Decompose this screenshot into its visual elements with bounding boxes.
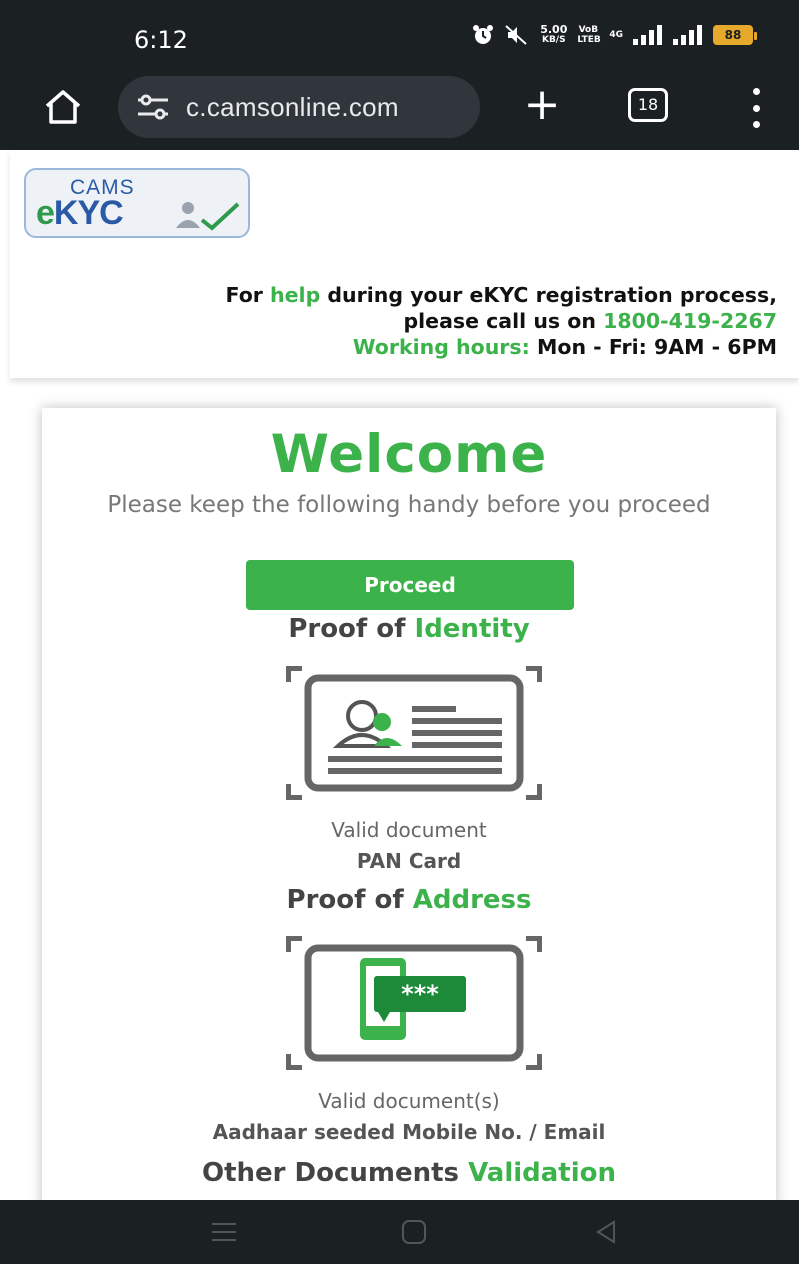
mobile-otp-icon: *** (286, 936, 542, 1070)
battery-indicator: 88 (713, 25, 757, 45)
help-text: For help during your eKYC registration p… (225, 283, 777, 359)
instruction-text: Please keep the following handy before y… (107, 492, 711, 518)
recent-apps-icon[interactable] (210, 1218, 238, 1246)
browser-toolbar: c.camsonline.com + 18 (0, 70, 799, 150)
status-icons: 5.00 KB/S VoB LTEB 4G 88 (472, 23, 757, 46)
address-doc-value: Aadhaar seeded Mobile No. / Email (212, 1120, 606, 1144)
page-header: CAMS eKYC For help during your eKYC regi… (10, 150, 799, 378)
identity-doc-label: Valid document (331, 818, 487, 842)
back-nav-icon[interactable] (592, 1218, 620, 1246)
more-menu-icon[interactable] (746, 88, 766, 128)
mute-icon (505, 25, 527, 45)
address-doc-label: Valid document(s) (318, 1089, 500, 1113)
home-nav-icon[interactable] (400, 1218, 428, 1246)
address-bar[interactable]: c.camsonline.com (118, 76, 480, 138)
volte-indicator: VoB LTEB (577, 25, 601, 45)
network-type: 4G (609, 29, 623, 40)
proof-of-identity-title: Proof of Identity (288, 614, 530, 644)
site-settings-icon[interactable] (136, 94, 170, 120)
system-nav-bar (0, 1200, 799, 1264)
user-check-icon (176, 202, 240, 231)
signal-icon (673, 25, 702, 45)
status-bar: 6:12 5.00 KB/S VoB LTEB 4G 88 (0, 0, 799, 80)
welcome-card: Welcome Please keep the following handy … (42, 408, 776, 1208)
status-time: 6:12 (134, 26, 188, 54)
new-tab-button[interactable]: + (520, 80, 564, 130)
helpline-phone[interactable]: 1800-419-2267 (603, 309, 777, 333)
proof-of-address-title: Proof of Address (286, 885, 532, 915)
alarm-icon (473, 25, 494, 44)
cams-ekyc-logo[interactable]: CAMS eKYC (24, 168, 250, 238)
other-documents-title: Other Documents Validation (201, 1158, 617, 1188)
url-text: c.camsonline.com (186, 92, 399, 122)
home-icon[interactable] (42, 86, 84, 128)
otp-text: *** (401, 980, 439, 1008)
id-card-icon (286, 666, 542, 800)
tab-switcher-button[interactable]: 18 (628, 88, 668, 122)
welcome-title: Welcome (270, 424, 548, 485)
signal-icon (633, 25, 662, 45)
net-speed: 5.00 KB/S (540, 23, 568, 45)
proceed-button[interactable]: Proceed (246, 560, 574, 610)
identity-doc-value: PAN Card (356, 849, 462, 873)
